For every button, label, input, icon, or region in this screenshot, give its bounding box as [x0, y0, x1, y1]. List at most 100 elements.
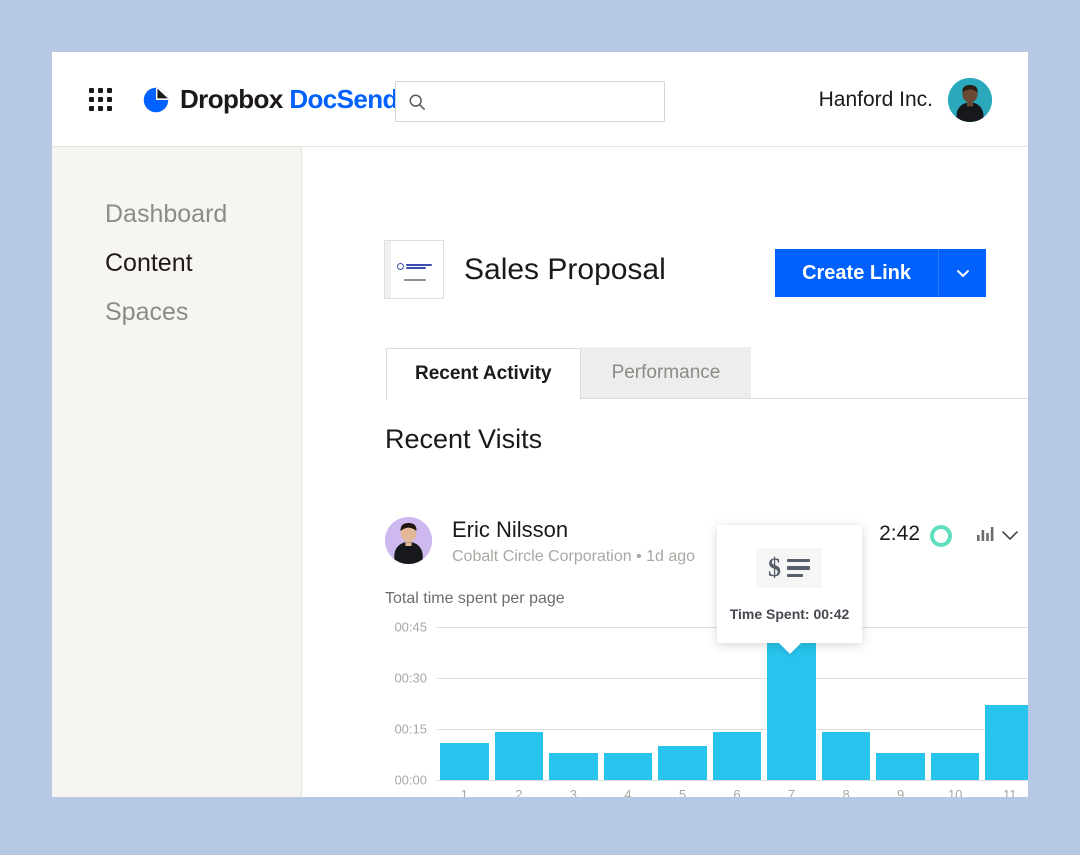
thumbnail-company-lines: [406, 264, 432, 269]
grid-dot: [98, 106, 103, 111]
sidebar: Dashboard Content Spaces: [52, 147, 302, 797]
grid-dot: [89, 88, 94, 93]
document-lines-glyph: [787, 558, 810, 578]
app-grid-icon[interactable]: [89, 88, 113, 112]
time-spent-tooltip: $ Time Spent: 00:42: [717, 525, 862, 654]
brand-primary: Dropbox: [180, 84, 283, 114]
chevron-down-icon: [956, 270, 969, 277]
chart-bar[interactable]: [603, 752, 653, 780]
chart-bar[interactable]: [821, 732, 871, 780]
y-axis-tick: 00:00: [394, 772, 427, 788]
chart-bar[interactable]: [494, 732, 544, 780]
x-axis-tick: 7: [787, 787, 796, 797]
bar-chart-icon[interactable]: [975, 525, 995, 548]
visitor-avatar: [385, 517, 432, 564]
document-header: Sales Proposal: [384, 240, 666, 299]
x-axis-tick: 8: [842, 787, 850, 797]
bar-slot[interactable]: [710, 627, 765, 780]
grid-dot: [89, 106, 94, 111]
brand-wordmark: Dropbox DocSend: [180, 84, 398, 115]
visitor-avatar-photo: [385, 517, 432, 564]
chart-bar[interactable]: [658, 746, 707, 780]
thumbnail-logo: [397, 263, 432, 270]
brand-secondary: DocSend: [289, 84, 398, 114]
tab-performance[interactable]: Performance: [580, 347, 752, 399]
chart-bar[interactable]: [549, 752, 598, 780]
chart-bar[interactable]: [712, 732, 762, 780]
time-per-page-chart: 00:45 00:30 00:15 00:00 1 2 3 4 5 6 7 8 9 10 11: [385, 620, 1028, 797]
sidebar-item-content[interactable]: Content: [105, 249, 193, 278]
account-menu[interactable]: Hanford Inc.: [819, 78, 992, 122]
sidebar-item-spaces[interactable]: Spaces: [105, 298, 188, 327]
bar-slot[interactable]: [873, 627, 928, 780]
axis-baseline: [437, 780, 1028, 781]
document-thumbnail[interactable]: [384, 240, 444, 299]
create-link-button[interactable]: Create Link: [775, 249, 938, 297]
completion-ring-icon: [930, 525, 952, 547]
y-axis-tick: 00:30: [394, 670, 427, 686]
grid-dot: [107, 106, 112, 111]
visitor-meta: Cobalt Circle Corporation • 1d ago: [452, 548, 696, 565]
tooltip-pointer: [779, 643, 801, 654]
thumbnail-spine: [385, 241, 391, 298]
search-icon: [409, 93, 425, 110]
bar-slot[interactable]: [546, 627, 601, 780]
page-title: Sales Proposal: [464, 252, 666, 286]
chart-bar[interactable]: [876, 752, 925, 780]
bar-slot[interactable]: [819, 627, 874, 780]
dollar-glyph: $: [768, 553, 781, 582]
bar-slot[interactable]: [655, 627, 710, 780]
user-avatar[interactable]: [948, 78, 992, 122]
grid-dot: [98, 88, 103, 93]
visitor-name: Eric Nilsson: [452, 517, 569, 542]
org-name: Hanford Inc.: [818, 88, 933, 111]
grid-dot: [89, 97, 94, 102]
x-axis-tick: 11: [1002, 787, 1017, 797]
x-axis-tick: 3: [569, 787, 577, 797]
thumbnail-logo-dot: [397, 263, 404, 270]
chart-bar[interactable]: [930, 752, 980, 780]
y-axis-tick: 00:15: [394, 721, 427, 737]
dollar-document-icon: $: [756, 548, 822, 588]
x-axis-tick: 2: [515, 787, 523, 797]
chevron-down-icon: [1002, 531, 1018, 540]
chart-bar[interactable]: [985, 705, 1028, 780]
x-axis-tick: 4: [624, 787, 632, 797]
search-input[interactable]: [435, 93, 645, 110]
section-title: Recent Visits: [385, 424, 543, 454]
x-axis-tick: 9: [897, 787, 905, 797]
x-axis-tick: 5: [678, 787, 687, 797]
brand-logo[interactable]: Dropbox DocSend: [142, 84, 398, 115]
thumbnail-subtitle-line: [404, 279, 426, 281]
chart-bar[interactable]: [440, 742, 489, 780]
y-axis-tick: 00:45: [394, 619, 427, 635]
bar-slot[interactable]: [437, 627, 492, 780]
grid-dot: [98, 97, 103, 102]
tooltip-label: Time Spent: 00:42: [729, 606, 850, 622]
app-window: Dropbox DocSend Hanford Inc. Dashboard C…: [52, 52, 1028, 797]
grid-dot: [107, 88, 112, 93]
x-axis-tick: 10: [947, 787, 963, 797]
search-box[interactable]: [395, 81, 665, 122]
main-content: Sales Proposal Create Link Recent Activi…: [302, 147, 1028, 797]
bar-chart-glyph: [977, 527, 994, 541]
bar-slot[interactable]: [928, 627, 983, 780]
chart-title: Total time spent per page: [385, 590, 565, 607]
visit-duration: 2:42: [879, 522, 920, 545]
grid-dot: [107, 97, 112, 102]
dropbox-logo-icon: [143, 87, 169, 112]
top-header: Dropbox DocSend Hanford Inc.: [52, 52, 1028, 147]
bar-slot[interactable]: [492, 627, 547, 780]
create-link-dropdown-button[interactable]: [938, 249, 986, 297]
visit-expand-chevron-icon[interactable]: [1001, 528, 1019, 546]
avatar-photo: [948, 78, 992, 122]
bar-slot[interactable]: [601, 627, 656, 780]
x-axis-tick: 1: [460, 787, 468, 797]
bar-slot[interactable]: [982, 627, 1028, 780]
tab-recent-activity[interactable]: Recent Activity: [386, 348, 581, 400]
chart-bar[interactable]: [767, 637, 816, 780]
tab-bar: Recent Activity Performance: [386, 347, 986, 400]
chart-plot-area: [437, 627, 1028, 780]
create-link-group: Create Link: [775, 249, 986, 297]
sidebar-item-dashboard[interactable]: Dashboard: [105, 200, 227, 229]
